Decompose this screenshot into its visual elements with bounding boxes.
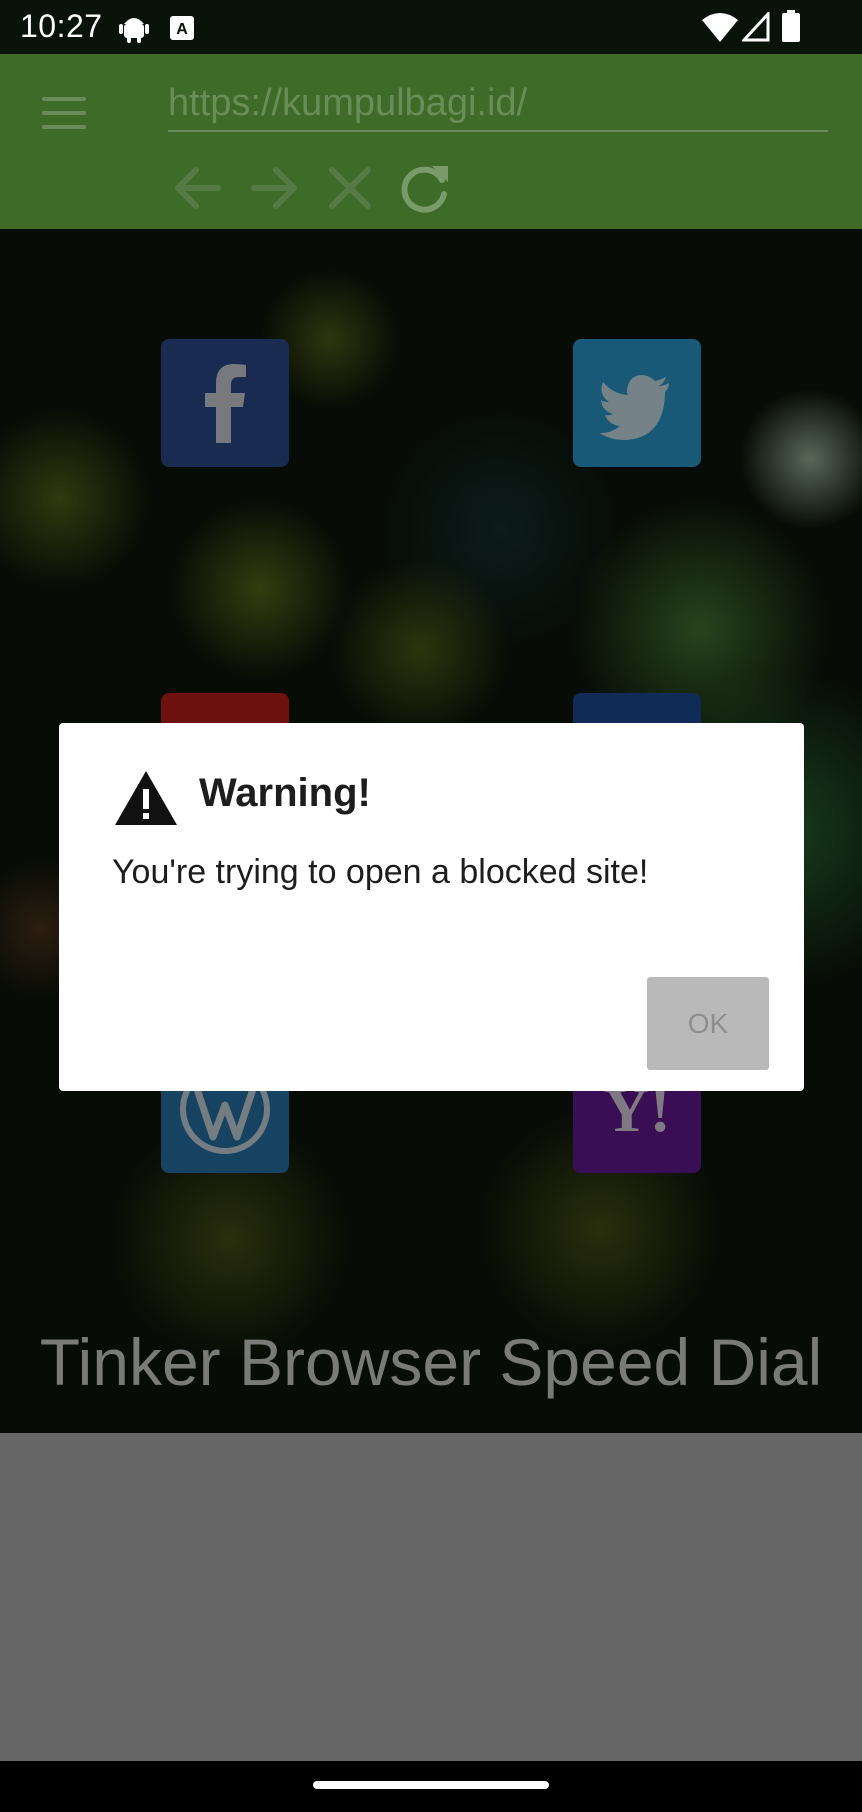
signal-icon: [742, 12, 770, 42]
wifi-icon: [702, 13, 738, 42]
ok-button[interactable]: OK: [647, 977, 769, 1070]
close-icon[interactable]: [320, 158, 380, 218]
forward-arrow-icon[interactable]: [244, 158, 304, 218]
status-bar: 10:27 A: [0, 0, 862, 54]
browser-toolbar: https://kumpulbagi.id/: [0, 54, 862, 229]
warning-dialog: Warning! You're trying to open a blocked…: [59, 723, 804, 1091]
url-field[interactable]: https://kumpulbagi.id/: [168, 78, 828, 132]
clock: 10:27: [20, 8, 103, 44]
back-arrow-icon[interactable]: [168, 158, 228, 218]
dialog-title: Warning!: [199, 771, 371, 815]
refresh-icon[interactable]: [396, 158, 456, 218]
system-nav-bar: [0, 1761, 862, 1812]
dialog-message: You're trying to open a blocked site!: [112, 853, 649, 891]
menu-icon[interactable]: [42, 97, 86, 133]
svg-text:A: A: [176, 21, 188, 38]
home-gesture-bar[interactable]: [313, 1781, 549, 1789]
warning-icon: [115, 771, 177, 825]
battery-icon: [782, 10, 800, 42]
a-badge-icon: A: [170, 16, 194, 40]
page-blank-area: [0, 1433, 862, 1761]
speed-dial-title: Tinker Browser Speed Dial: [39, 1325, 823, 1399]
android-icon: [119, 18, 149, 43]
